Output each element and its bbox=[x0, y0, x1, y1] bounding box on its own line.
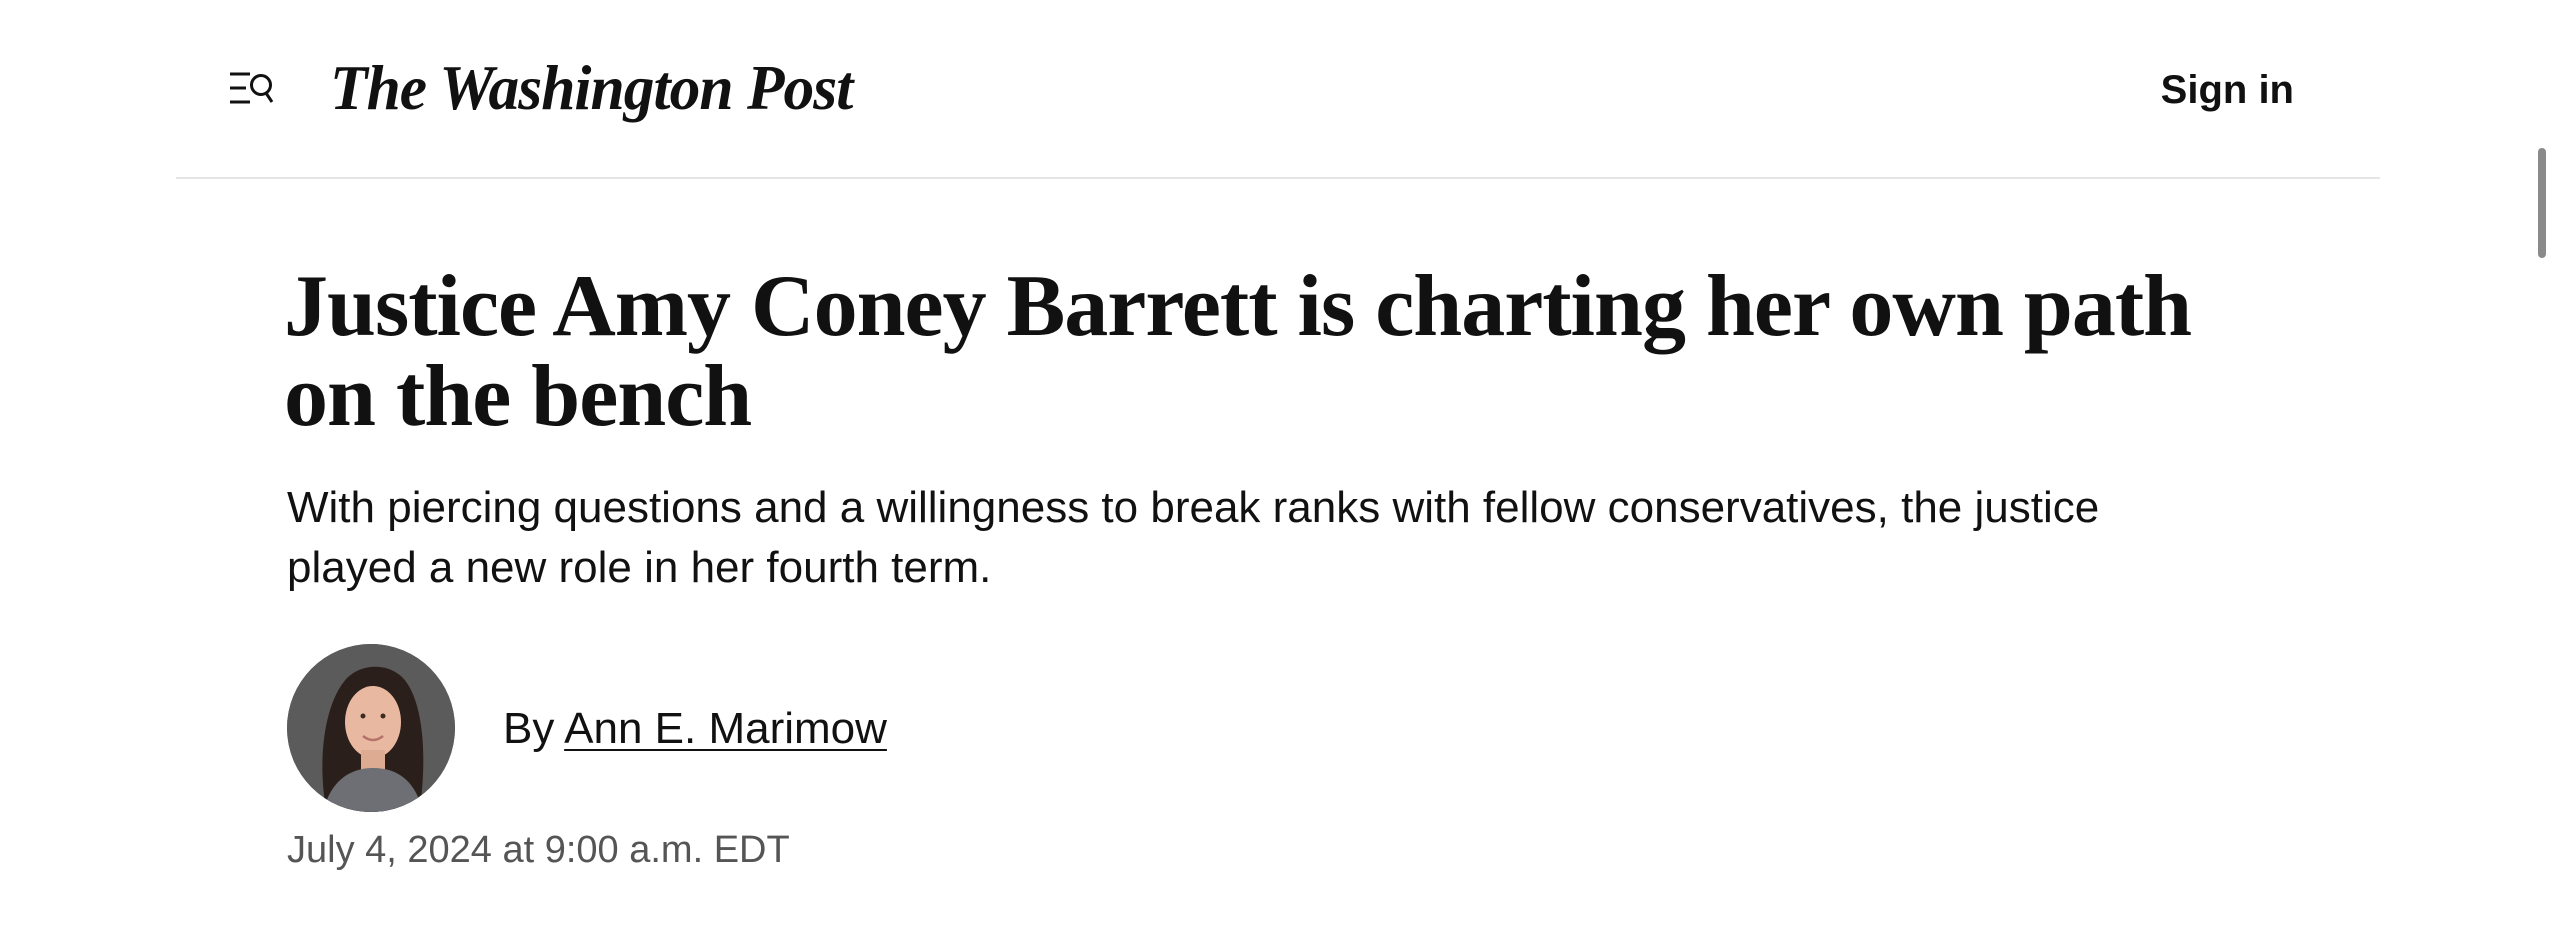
sign-in-button[interactable]: Sign in bbox=[2161, 62, 2294, 118]
author-link[interactable]: Ann E. Marimow bbox=[564, 704, 887, 753]
publish-timestamp: July 4, 2024 at 9:00 a.m. EDT bbox=[287, 829, 790, 871]
menu-search-button[interactable] bbox=[228, 68, 276, 112]
article-subheadline: With piercing questions and a willingnes… bbox=[287, 483, 2100, 592]
menu-search-icon bbox=[230, 72, 274, 104]
byline-prefix: By bbox=[503, 704, 555, 753]
author-portrait-image bbox=[287, 644, 455, 812]
scrollbar-thumb[interactable] bbox=[2538, 148, 2546, 258]
article-headline: Justice Amy Coney Barrett is charting he… bbox=[284, 258, 2192, 445]
site-logo[interactable]: The Washington Post bbox=[330, 48, 853, 128]
author-avatar[interactable] bbox=[287, 644, 455, 812]
article-byline: By Ann E. Marimow bbox=[503, 699, 887, 759]
article-page: The Washington Post Sign in Justice Amy … bbox=[0, 0, 2556, 931]
site-header: The Washington Post Sign in bbox=[176, 0, 2380, 179]
